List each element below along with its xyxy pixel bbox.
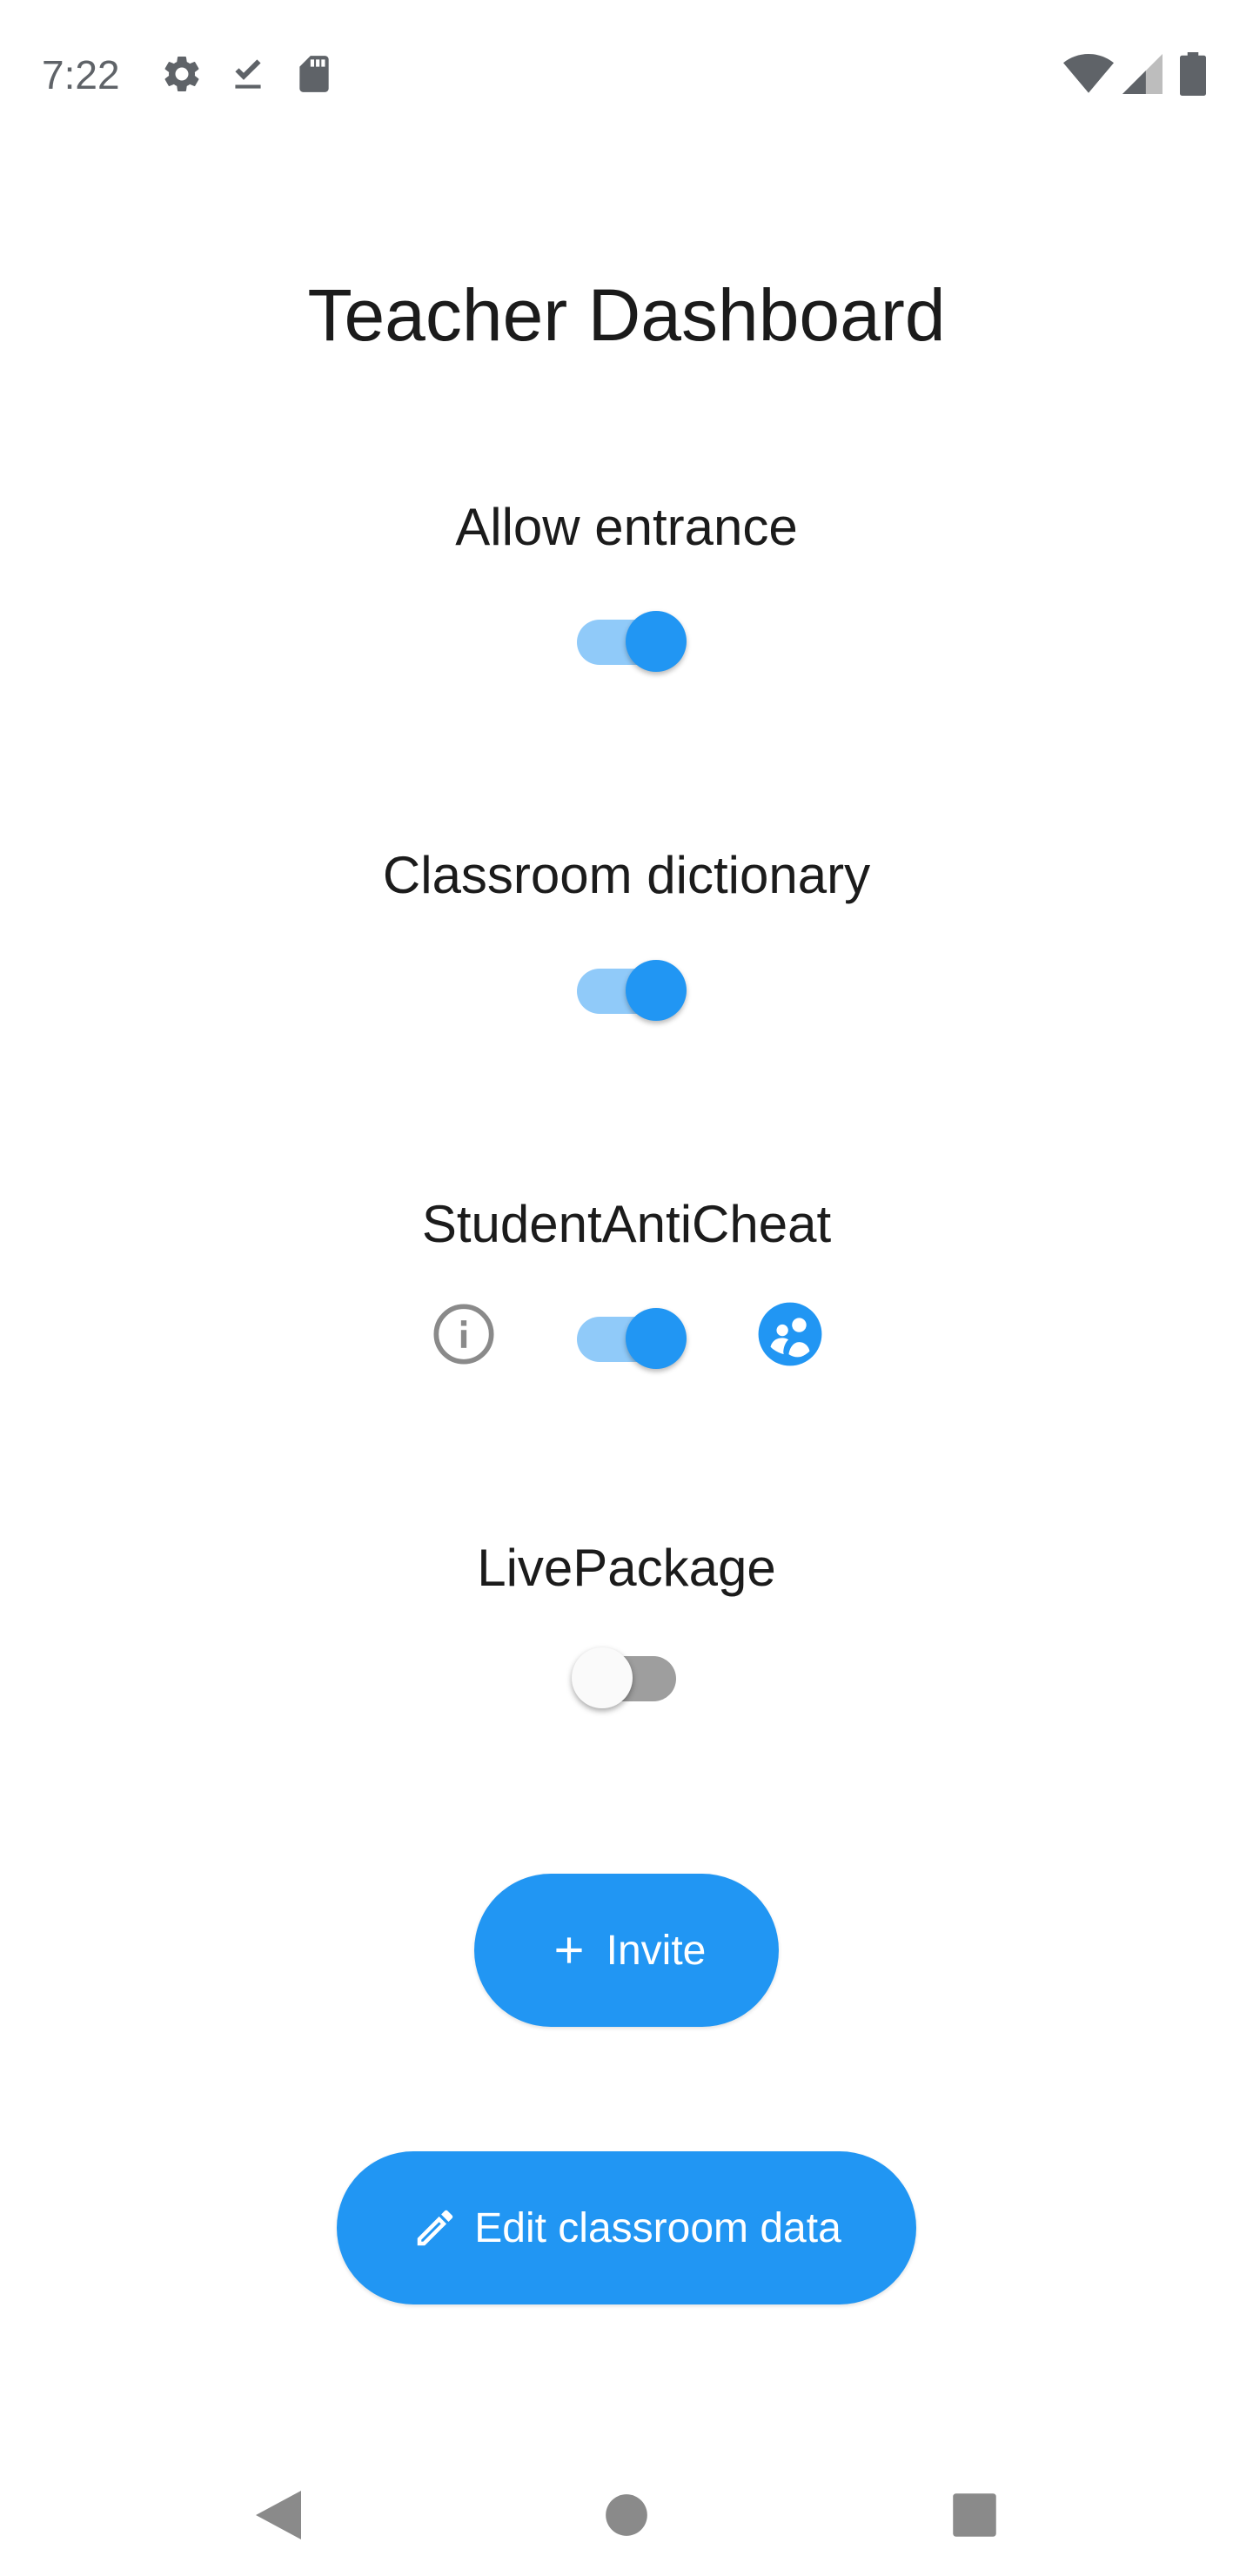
home-icon — [606, 2494, 647, 2536]
invite-button[interactable]: Invite — [474, 1874, 779, 2027]
back-icon — [256, 2491, 301, 2539]
switch-thumb — [626, 611, 687, 672]
recents-button[interactable] — [931, 2472, 1018, 2559]
info-icon[interactable] — [431, 1301, 497, 1367]
back-button[interactable] — [235, 2472, 322, 2559]
switch-thumb — [572, 1647, 633, 1708]
sd-card-icon — [299, 56, 329, 92]
plus-icon — [556, 1937, 582, 1963]
classroom-dictionary-label: Classroom dictionary — [382, 846, 871, 904]
allow-entrance-label: Allow entrance — [455, 498, 798, 556]
home-button[interactable] — [583, 2472, 670, 2559]
edit-classroom-data-button[interactable]: Edit classroom data — [337, 2151, 916, 2304]
download-done-icon — [235, 59, 261, 89]
switch-thumb — [626, 1308, 687, 1369]
group-icon[interactable] — [757, 1301, 823, 1367]
student-anticheat-switch[interactable] — [572, 1299, 687, 1369]
classroom-dictionary-switch[interactable] — [572, 951, 687, 1021]
cell-signal-icon — [1122, 54, 1163, 94]
battery-icon — [1180, 52, 1206, 96]
recents-icon — [953, 2493, 996, 2537]
page-title: Teacher Dashboard — [307, 274, 946, 356]
pencil-icon — [417, 2210, 453, 2246]
student-anticheat-label: StudentAntiCheat — [421, 1195, 832, 1253]
status-bar: 7:22 — [0, 0, 1253, 148]
status-time: 7:22 — [42, 52, 120, 97]
live-package-label: LivePackage — [477, 1539, 776, 1597]
live-package-switch[interactable] — [572, 1639, 681, 1708]
switch-thumb — [626, 960, 687, 1021]
navigation-bar — [0, 2454, 1253, 2576]
allow-entrance-switch[interactable] — [572, 602, 687, 672]
invite-label: Invite — [606, 1927, 707, 1974]
gear-icon — [164, 56, 199, 91]
edit-classroom-data-label: Edit classroom data — [474, 2204, 841, 2251]
wifi-icon — [1063, 54, 1114, 93]
